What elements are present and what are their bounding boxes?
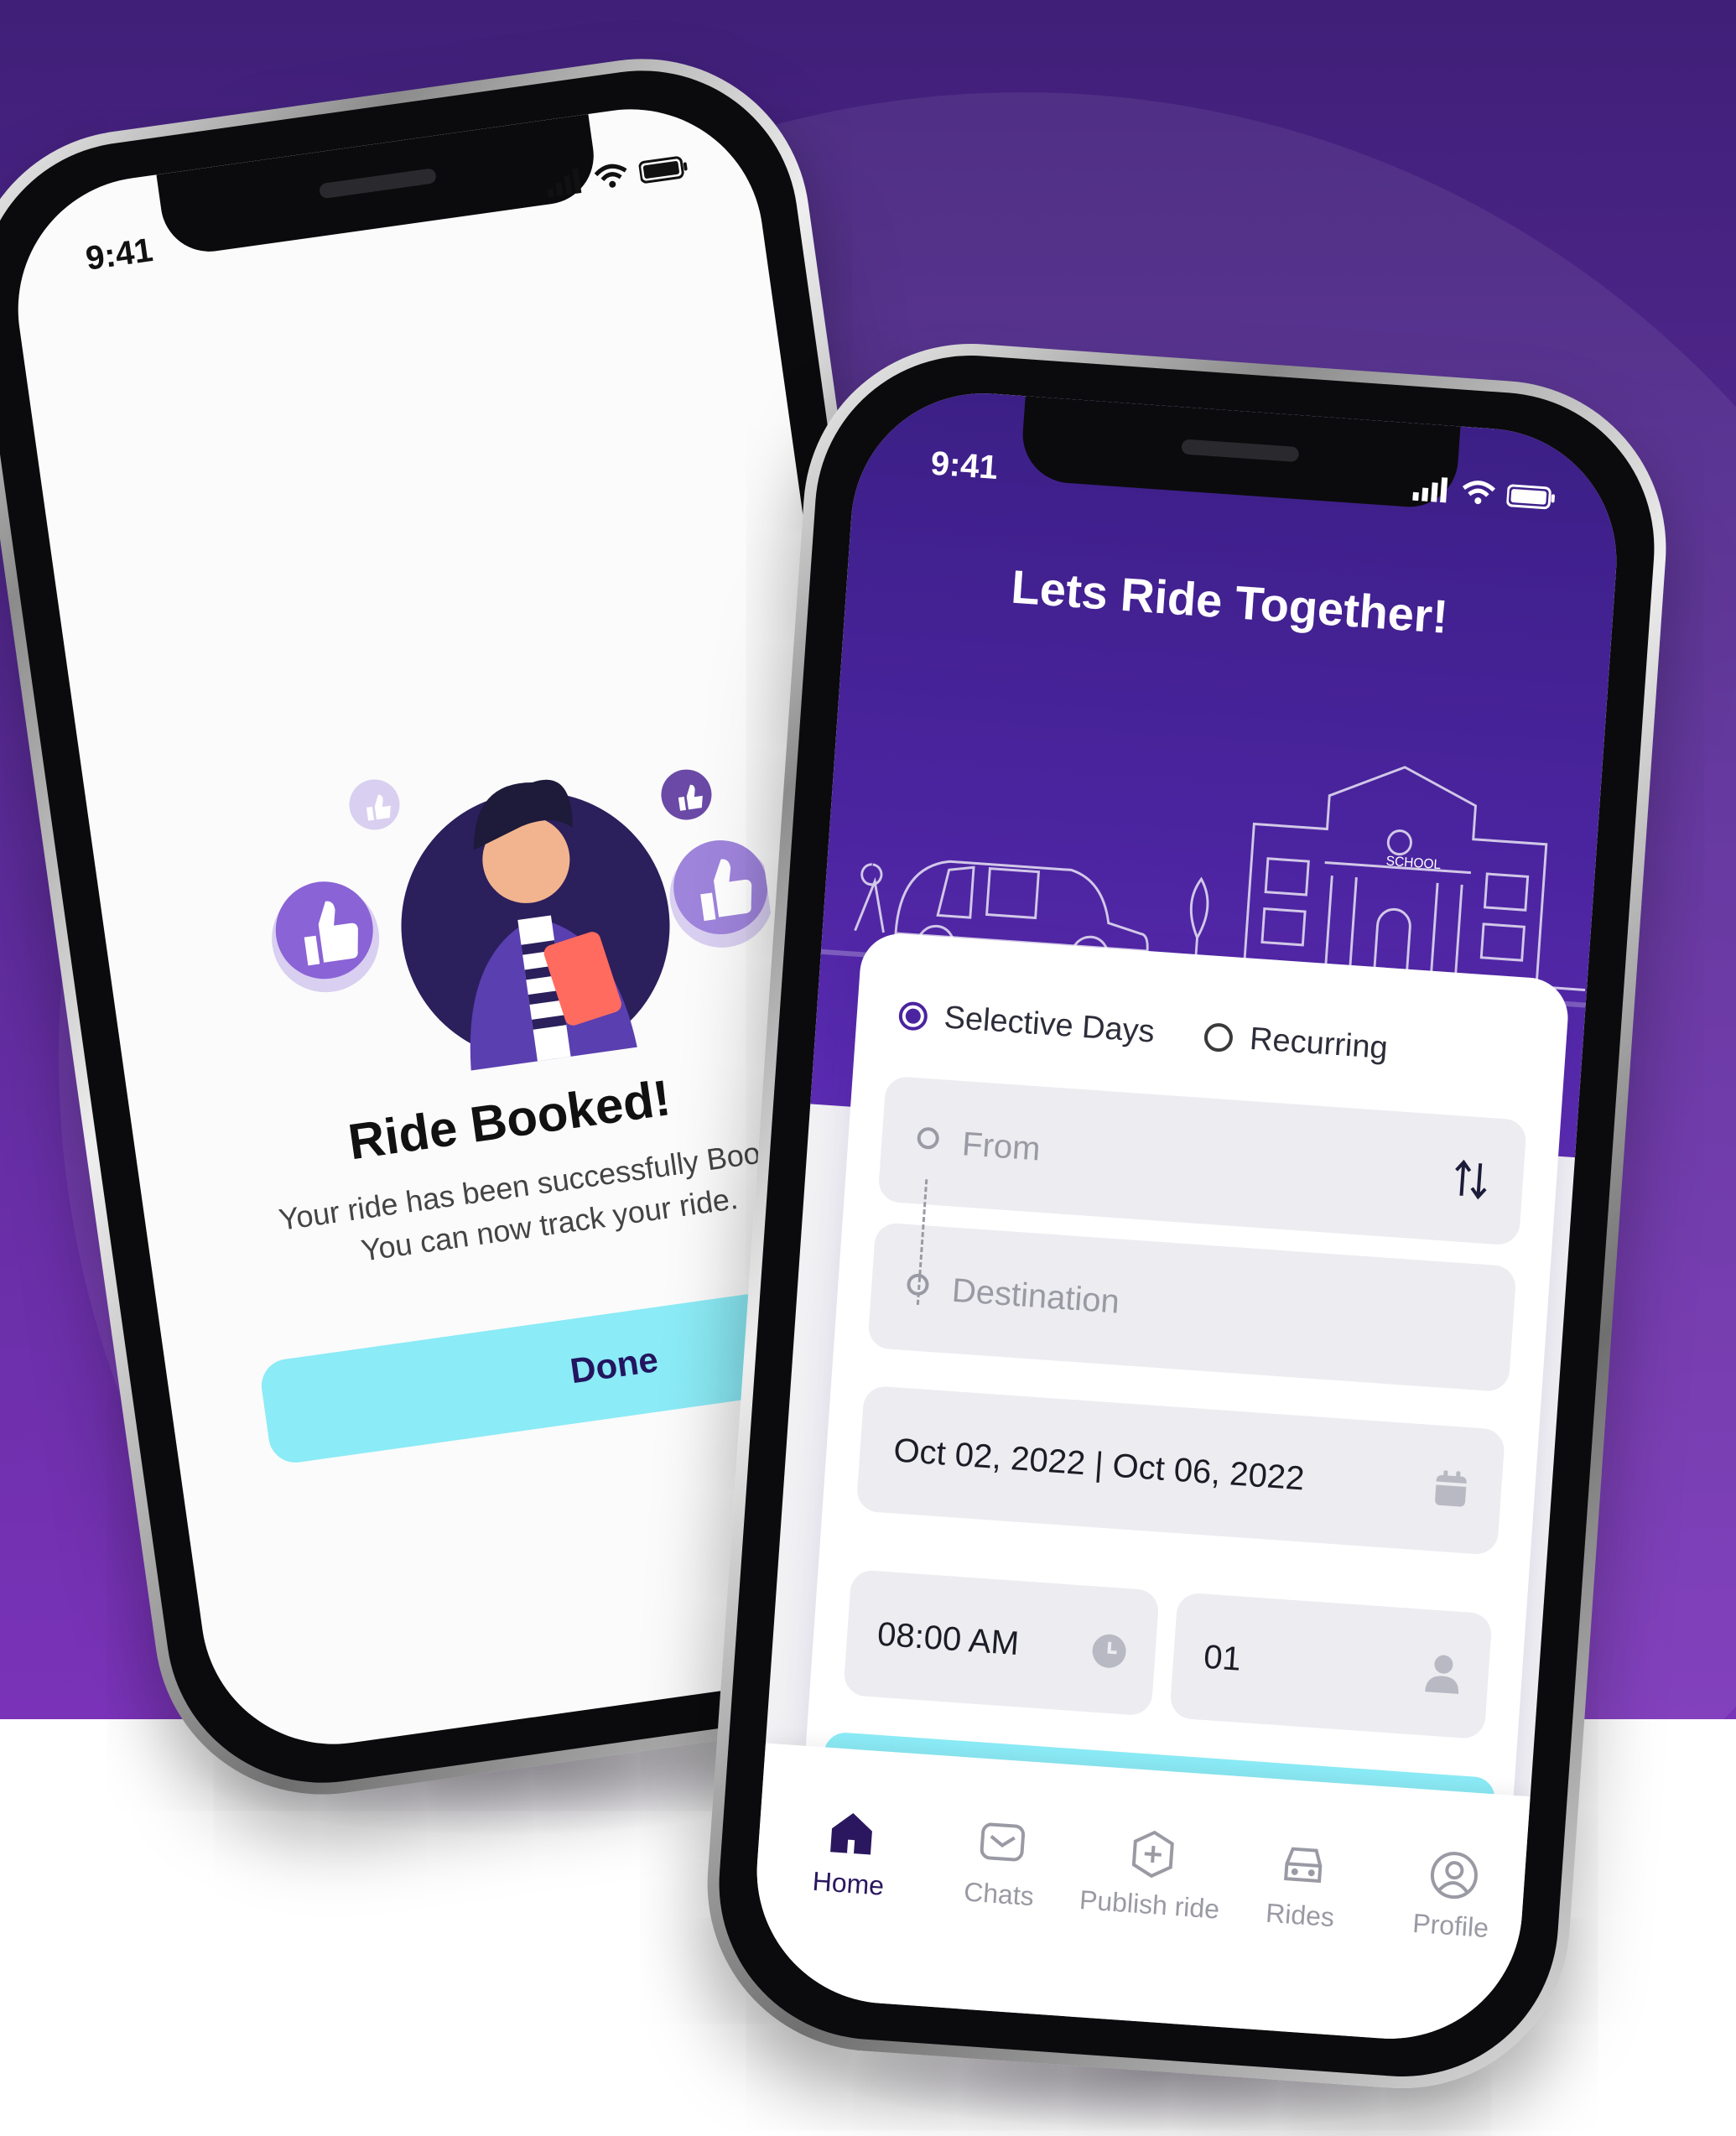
tab-label: Profile <box>1411 1907 1490 1944</box>
from-placeholder: From <box>960 1125 1042 1168</box>
date-range-value: Oct 02, 2022 | Oct 06, 2022 <box>892 1431 1306 1497</box>
radio-selective-days[interactable]: Selective Days <box>897 997 1156 1051</box>
home-icon <box>830 1812 872 1855</box>
radio-recurring[interactable]: Recurring <box>1203 1018 1389 1067</box>
search-card: Selective Days Recurring From Destinatio… <box>802 931 1571 1905</box>
phone-bezel: SCHOOL Lets Ride Together! 9:41 Selectiv… <box>709 345 1665 2087</box>
tab-label: Rides <box>1265 1897 1336 1933</box>
profile-icon <box>1430 1852 1478 1900</box>
trip-type-selector: Selective Days Recurring <box>897 997 1389 1068</box>
tab-profile[interactable]: Profile <box>1375 1845 1531 1946</box>
swap-icon[interactable] <box>1451 1158 1490 1201</box>
tab-chats[interactable]: Chats <box>923 1813 1079 1915</box>
bottom-tab-bar: Home Chats Publish ride Rides Profile <box>748 1743 1531 2048</box>
origin-pin-icon <box>916 1126 940 1151</box>
chat-icon <box>980 1822 1026 1862</box>
destination-field[interactable]: Destination <box>867 1222 1517 1393</box>
seats-field[interactable]: 01 <box>1169 1592 1493 1740</box>
destination-placeholder: Destination <box>950 1271 1121 1321</box>
time-value: 08:00 AM <box>876 1615 1021 1662</box>
tab-home[interactable]: Home <box>772 1803 928 1905</box>
search-screen: SCHOOL Lets Ride Together! 9:41 Selectiv… <box>748 384 1625 2048</box>
status-time: 9:41 <box>929 444 1000 487</box>
from-field[interactable]: From <box>877 1075 1527 1246</box>
radio-label: Recurring <box>1248 1021 1390 1067</box>
speaker <box>1181 439 1300 463</box>
radio-checked-icon <box>897 1000 929 1032</box>
tab-label: Chats <box>963 1876 1036 1912</box>
calendar-icon <box>1435 1470 1467 1507</box>
signal-icon <box>547 168 582 198</box>
tab-rides[interactable]: Rides <box>1224 1834 1380 1936</box>
tab-label: Home <box>811 1865 886 1901</box>
radio-label: Selective Days <box>943 1000 1156 1050</box>
plus-circle-icon <box>1131 1830 1174 1879</box>
radio-unchecked-icon <box>1203 1021 1234 1052</box>
speaker <box>318 168 438 200</box>
tab-publish-ride[interactable]: Publish ride <box>1073 1824 1230 1926</box>
wifi-icon <box>594 164 627 188</box>
clock-icon <box>1092 1634 1126 1668</box>
wifi-icon <box>1462 481 1496 505</box>
battery-icon <box>1505 484 1555 510</box>
seats-value: 01 <box>1202 1638 1243 1678</box>
hero-title: Lets Ride Together! <box>1009 559 1450 643</box>
car-icon <box>1284 1847 1323 1884</box>
signal-icon <box>1412 477 1448 503</box>
phone-search-ride: SCHOOL Lets Ride Together! 9:41 Selectiv… <box>696 332 1677 2100</box>
date-range-field[interactable]: Oct 02, 2022 | Oct 06, 2022 <box>855 1385 1506 1556</box>
school-sign: SCHOOL <box>1385 854 1442 872</box>
tab-label: Publish ride <box>1078 1884 1221 1925</box>
person-icon <box>1425 1655 1459 1694</box>
time-field[interactable]: 08:00 AM <box>843 1569 1160 1717</box>
